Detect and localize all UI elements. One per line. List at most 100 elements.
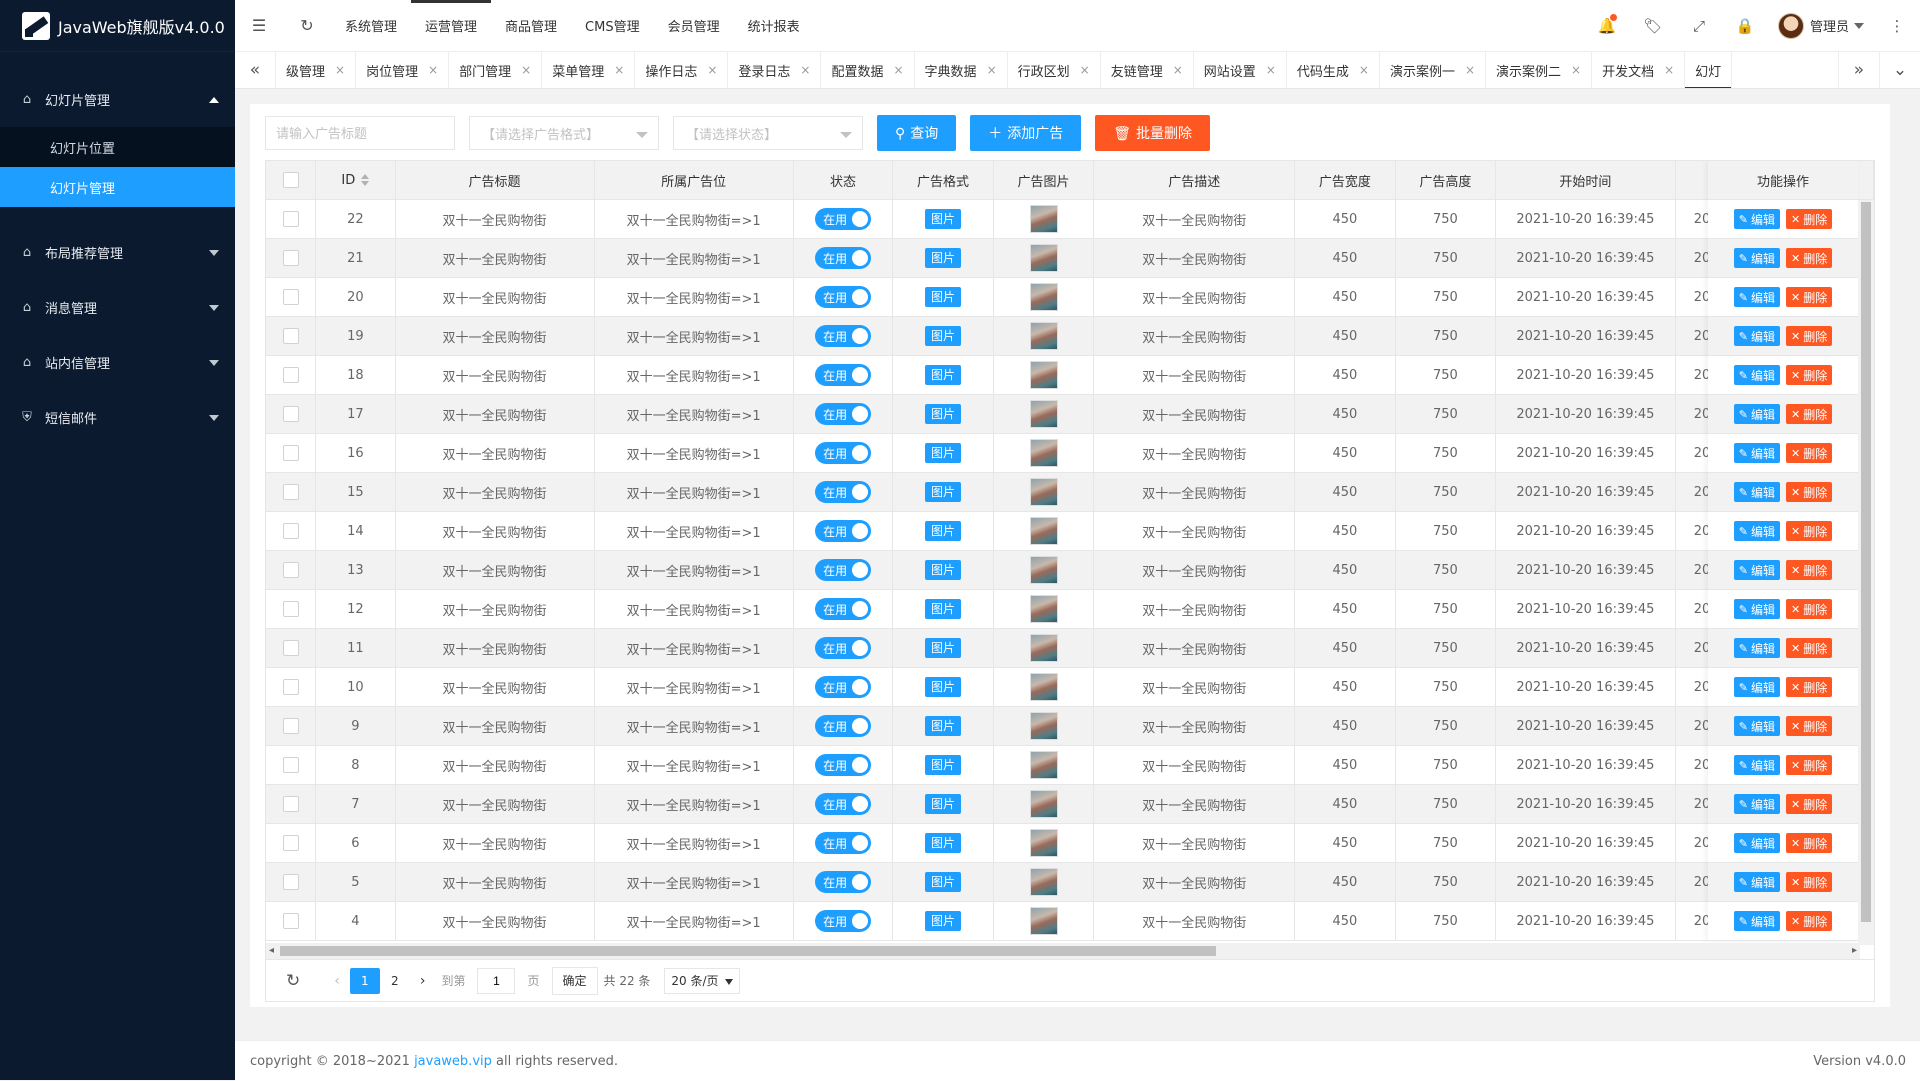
ad-image-thumbnail[interactable]: [1029, 595, 1058, 623]
top-nav-item-5[interactable]: 统计报表: [734, 0, 814, 51]
menu-toggle-icon[interactable]: ☰: [235, 0, 283, 51]
row-checkbox[interactable]: [282, 757, 299, 773]
ad-image-thumbnail[interactable]: [1029, 829, 1058, 857]
tabs-scroll-right-icon[interactable]: »: [1838, 52, 1879, 88]
delete-button[interactable]: ✕ 删除: [1786, 443, 1833, 463]
edit-button[interactable]: ✎ 编辑: [1733, 209, 1780, 229]
top-nav-item-0[interactable]: 系统管理: [331, 0, 411, 51]
edit-button[interactable]: ✎ 编辑: [1733, 521, 1780, 541]
table-row[interactable]: 20 双十一全民购物街 双十一全民购物街=>1 在用 图片 双十一全民购物街 450 750 2…: [266, 277, 1874, 317]
row-checkbox[interactable]: [282, 679, 299, 695]
row-checkbox[interactable]: [282, 874, 299, 890]
delete-button[interactable]: ✕ 删除: [1786, 599, 1833, 619]
page-size-select[interactable]: 20 条/页: [664, 967, 741, 994]
close-icon[interactable]: ×: [1571, 63, 1581, 77]
sidebar-group-2[interactable]: ⌂ 消息管理: [0, 280, 235, 335]
table-row[interactable]: 16 双十一全民购物街 双十一全民购物街=>1 在用 图片 双十一全民购物街 450 750 2…: [266, 433, 1874, 473]
tab-10[interactable]: 网站设置 ×: [1194, 52, 1287, 88]
row-checkbox[interactable]: [282, 484, 299, 500]
status-toggle[interactable]: 在用: [815, 715, 872, 737]
delete-button[interactable]: ✕ 删除: [1786, 716, 1833, 736]
delete-button[interactable]: ✕ 删除: [1786, 677, 1833, 697]
edit-button[interactable]: ✎ 编辑: [1733, 365, 1780, 385]
ad-image-thumbnail[interactable]: [1029, 868, 1058, 896]
status-toggle[interactable]: 在用: [815, 871, 872, 893]
top-nav-item-4[interactable]: 会员管理: [654, 0, 734, 51]
horizontal-scrollbar[interactable]: ◂ ▸: [266, 943, 1860, 959]
edit-button[interactable]: ✎ 编辑: [1733, 599, 1780, 619]
tab-12[interactable]: 演示案例一 ×: [1380, 52, 1487, 88]
tab-3[interactable]: 菜单管理 ×: [542, 52, 636, 88]
table-row[interactable]: 22 双十一全民购物街 双十一全民购物街=>1 在用 图片 双十一全民购物街 450 750 2…: [266, 199, 1874, 239]
table-row[interactable]: 12 双十一全民购物街 双十一全民购物街=>1 在用 图片 双十一全民购物街 450 750 2…: [266, 589, 1874, 629]
ad-image-thumbnail[interactable]: [1029, 712, 1058, 740]
page-2[interactable]: 2: [380, 968, 410, 994]
tab-11[interactable]: 代码生成 ×: [1287, 52, 1380, 88]
sidebar-item-0[interactable]: 幻灯片位置: [0, 127, 235, 167]
status-toggle[interactable]: 在用: [815, 442, 872, 464]
delete-button[interactable]: ✕ 删除: [1786, 755, 1833, 775]
edit-button[interactable]: ✎ 编辑: [1733, 638, 1780, 658]
sidebar-group-1[interactable]: ⌂ 布局推荐管理: [0, 225, 235, 280]
ad-image-thumbnail[interactable]: [1029, 283, 1058, 311]
table-row[interactable]: 13 双十一全民购物街 双十一全民购物街=>1 在用 图片 双十一全民购物街 450 750 2…: [266, 550, 1874, 590]
close-icon[interactable]: ×: [1173, 63, 1183, 77]
delete-button[interactable]: ✕ 删除: [1786, 638, 1833, 658]
table-row[interactable]: 11 双十一全民购物街 双十一全民购物街=>1 在用 图片 双十一全民购物街 450 750 2…: [266, 628, 1874, 668]
tag-icon[interactable]: 🏷: [1630, 0, 1676, 51]
edit-button[interactable]: ✎ 编辑: [1733, 911, 1780, 931]
column-header-id[interactable]: ID: [315, 161, 396, 200]
sidebar-group-3[interactable]: ⌂ 站内信管理: [0, 335, 235, 390]
delete-button[interactable]: ✕ 删除: [1786, 482, 1833, 502]
table-row[interactable]: 17 双十一全民购物街 双十一全民购物街=>1 在用 图片 双十一全民购物街 450 750 2…: [266, 394, 1874, 434]
delete-button[interactable]: ✕ 删除: [1786, 560, 1833, 580]
row-checkbox[interactable]: [282, 523, 299, 539]
delete-button[interactable]: ✕ 删除: [1786, 287, 1833, 307]
tab-15[interactable]: 幻灯: [1685, 52, 1733, 88]
table-row[interactable]: 18 双十一全民购物街 双十一全民购物街=>1 在用 图片 双十一全民购物街 450 750 2…: [266, 355, 1874, 395]
edit-button[interactable]: ✎ 编辑: [1733, 833, 1780, 853]
status-toggle[interactable]: 在用: [815, 637, 872, 659]
more-icon[interactable]: ⋮: [1874, 0, 1920, 51]
ad-image-thumbnail[interactable]: [1029, 244, 1058, 272]
delete-button[interactable]: ✕ 删除: [1786, 209, 1833, 229]
table-row[interactable]: 10 双十一全民购物街 双十一全民购物街=>1 在用 图片 双十一全民购物街 450 750 2…: [266, 667, 1874, 707]
row-checkbox[interactable]: [282, 367, 299, 383]
tab-0[interactable]: 级管理 ×: [276, 52, 357, 88]
ad-image-thumbnail[interactable]: [1029, 478, 1058, 506]
delete-button[interactable]: ✕ 删除: [1786, 326, 1833, 346]
ad-image-thumbnail[interactable]: [1029, 322, 1058, 350]
status-toggle[interactable]: 在用: [815, 520, 872, 542]
status-select[interactable]: 【请选择状态】: [673, 116, 863, 150]
close-icon[interactable]: ×: [800, 63, 810, 77]
row-checkbox[interactable]: [282, 796, 299, 812]
site-link[interactable]: javaweb.vip: [414, 1054, 492, 1069]
sidebar-item-1[interactable]: 幻灯片管理: [0, 167, 235, 207]
edit-button[interactable]: ✎ 编辑: [1733, 677, 1780, 697]
ad-format-select[interactable]: 【请选择广告格式】: [469, 116, 659, 150]
row-checkbox[interactable]: [282, 835, 299, 851]
tab-6[interactable]: 配置数据 ×: [821, 52, 915, 88]
prev-page-icon[interactable]: ‹: [334, 973, 340, 989]
delete-button[interactable]: ✕ 删除: [1786, 404, 1833, 424]
table-row[interactable]: 5 双十一全民购物街 双十一全民购物街=>1 在用 图片 双十一全民购物街 450 750 20…: [266, 862, 1874, 902]
top-nav-item-2[interactable]: 商品管理: [491, 0, 571, 51]
status-toggle[interactable]: 在用: [815, 364, 872, 386]
table-row[interactable]: 8 双十一全民购物街 双十一全民购物街=>1 在用 图片 双十一全民购物街 450 750 20…: [266, 745, 1874, 785]
tab-13[interactable]: 演示案例二 ×: [1486, 52, 1593, 88]
table-row[interactable]: 7 双十一全民购物街 双十一全民购物街=>1 在用 图片 双十一全民购物街 450 750 20…: [266, 784, 1874, 824]
close-icon[interactable]: ×: [614, 63, 624, 77]
status-toggle[interactable]: 在用: [815, 481, 872, 503]
close-icon[interactable]: ×: [521, 63, 531, 77]
scroll-right-icon[interactable]: ▸: [1852, 945, 1857, 956]
status-toggle[interactable]: 在用: [815, 208, 872, 230]
row-checkbox[interactable]: [282, 250, 299, 266]
horizontal-scroll-thumb[interactable]: [280, 946, 1216, 956]
close-icon[interactable]: ×: [428, 63, 438, 77]
ad-image-thumbnail[interactable]: [1029, 907, 1058, 935]
tab-14[interactable]: 开发文档 ×: [1592, 52, 1686, 88]
tab-2[interactable]: 部门管理 ×: [449, 52, 543, 88]
row-checkbox[interactable]: [282, 445, 299, 461]
status-toggle[interactable]: 在用: [815, 910, 872, 932]
goto-confirm-button[interactable]: 确定: [551, 966, 598, 995]
